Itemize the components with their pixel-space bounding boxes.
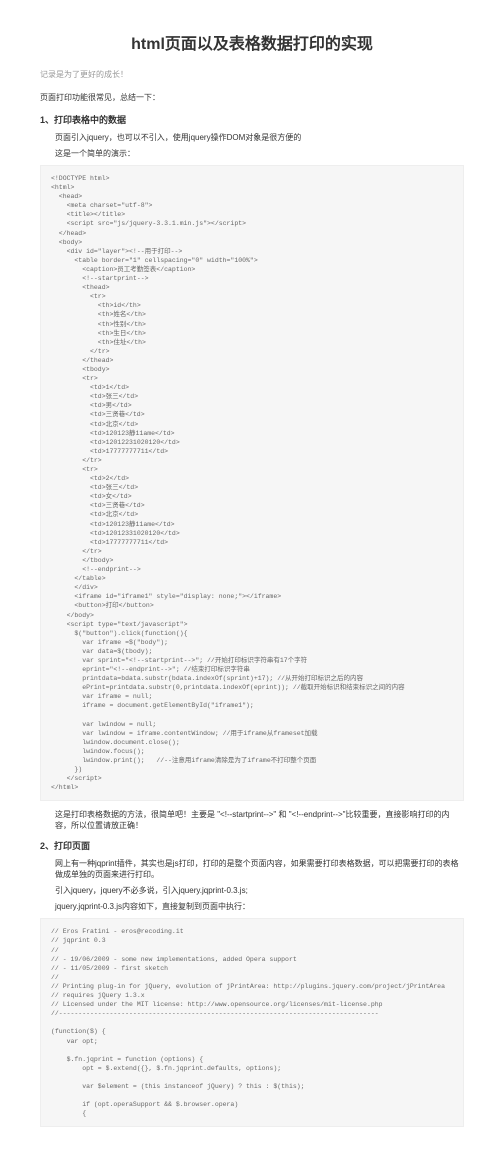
intro-text: 页面打印功能很常见，总结一下： (40, 92, 464, 103)
section-2-heading: 2、打印页面 (40, 839, 464, 852)
page-title: html页面以及表格数据打印的实现 (40, 30, 464, 54)
code-block-1: <!DOCTYPE html> <html> <head> <meta char… (40, 165, 464, 801)
section-1-heading: 1、打印表格中的数据 (40, 113, 464, 126)
section-1-note: 这是打印表格数据的方法，很简单吧！主要是 "<!--startprint-->"… (55, 809, 464, 831)
section-2-line3: jquery.jqprint-0.3.js内容如下，直接复制到页面中执行： (55, 901, 464, 912)
code-block-2: // Eros Fratini - eros@recoding.it // jq… (40, 918, 464, 1127)
section-2-line2: 引入jquery，jquery不必多说，引入jquery.jqprint-0.3… (55, 885, 464, 896)
section-1-line2: 这是一个简单的演示： (55, 148, 464, 159)
section-2-line1: 网上有一种jqprint插件，其实也是js打印，打印的是整个页面内容，如果需要打… (55, 858, 464, 880)
section-1-line1: 页面引入jquery，也可以不引入，使用jquery操作DOM对象是很方便的 (55, 132, 464, 143)
page-subtitle: 记录是为了更好的成长！ (40, 69, 464, 80)
